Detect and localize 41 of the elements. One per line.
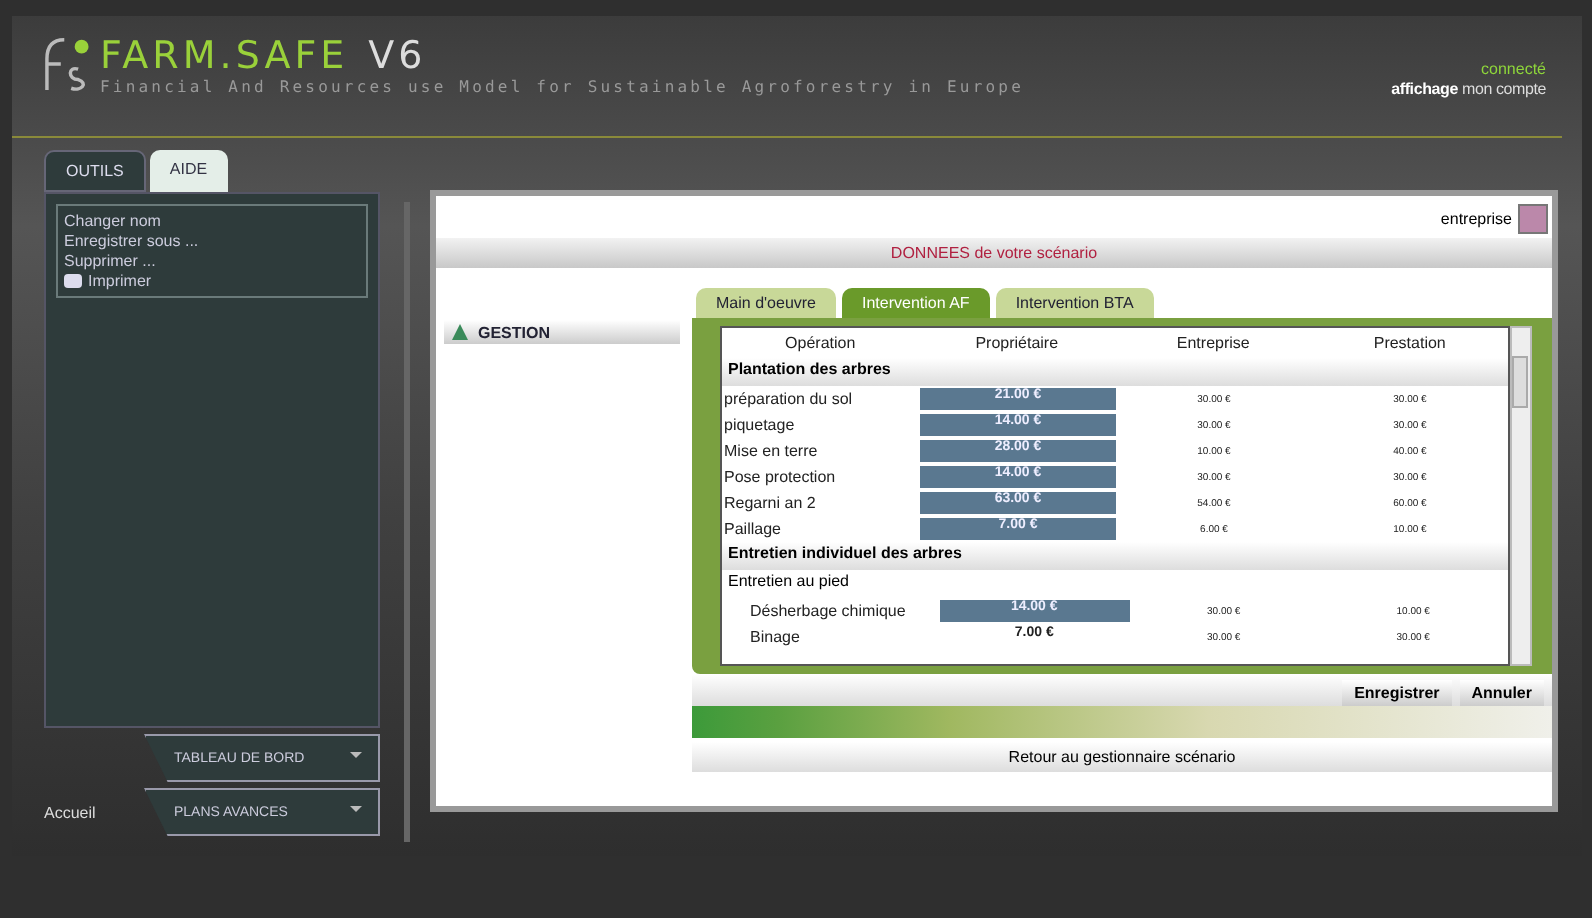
connection-status: connecté [1479,60,1546,78]
triangle-icon [452,324,468,340]
menu-item[interactable]: Enregistrer sous ... [64,232,360,250]
profile-icon[interactable] [1518,204,1548,234]
column-header: Entreprise [1174,334,1252,352]
sidebar-tab[interactable]: AIDE [149,150,228,192]
gestion-item[interactable]: GESTION [444,320,680,344]
action-button[interactable]: Enregistrer [1342,680,1452,706]
tab[interactable]: Main d'oeuvre [696,288,836,318]
table-cell-text: Binage [748,628,802,646]
logo-icon [40,32,92,96]
column-header: Propriétaire [973,334,1061,352]
account-link[interactable]: affichage mon compte [1391,80,1546,98]
group-label: Entretien au pied [726,570,851,594]
sidebar-tab[interactable]: OUTILS [44,150,146,192]
section-banner: DONNEES de votre scénario [436,238,1552,268]
section-row: Plantation des arbres [722,358,1508,386]
scrollbar[interactable] [1510,326,1532,666]
table-cell-text: Regarni an 2 [722,494,818,512]
table-cell-text: Paillage [722,520,783,538]
table-cell-text: piquetage [722,416,797,434]
action-button[interactable]: Annuler [1459,680,1544,706]
printer-icon [64,274,82,288]
app-logo: FARM.SAFE [100,33,349,77]
column-header: Prestation [1371,334,1448,352]
menu-item[interactable]: Imprimer [88,272,152,290]
nav-label: Accueil [44,803,96,821]
tab[interactable]: Intervention BTA [995,288,1154,318]
profile-label: entreprise [1440,210,1512,228]
table-cell-text: préparation du sol [722,390,855,408]
section-row: Entretien individuel des arbres [722,542,1508,570]
table-cell-text: Mise en terre [722,442,820,460]
version-label: V6 [368,33,427,77]
table-cell-text: Pose protection [722,468,838,486]
column-header: Opération [783,334,858,352]
menu-item[interactable]: Changer nom [64,212,360,230]
app-subtitle: Financial And Resources use Model for Sustainable Agroforestry in Europe [100,77,1024,95]
menu-item[interactable]: Supprimer ... [64,252,360,270]
table-cell-text: Désherbage chimique [748,602,908,620]
back-button[interactable]: Retour au gestionnaire scénario [692,742,1552,772]
scroll-thumb[interactable] [1512,356,1528,408]
